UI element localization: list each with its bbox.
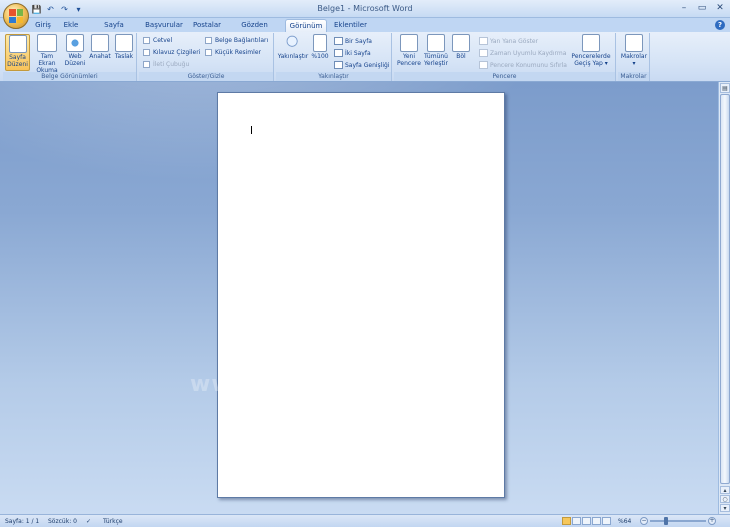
zoom-slider[interactable] [650, 520, 706, 522]
message-bar-checkbox: İleti Çubuğu [143, 61, 189, 68]
page-width-button[interactable]: Sayfa Genişliği [334, 61, 389, 69]
zoom-in-icon[interactable]: + [708, 517, 716, 525]
group-label-window: Pencere [394, 72, 615, 81]
print-layout-icon [8, 35, 27, 53]
watermark: www.dijitalders.com [190, 372, 463, 397]
zoom-slider-knob[interactable] [664, 517, 668, 525]
side-by-side-button: Yan Yana Göster [479, 37, 538, 45]
group-label-macros: Makrolar [618, 72, 649, 81]
split-icon [452, 34, 470, 52]
web-layout-icon [66, 34, 84, 52]
help-icon[interactable]: ? [715, 20, 725, 30]
tab-postalar[interactable]: Postalar [192, 19, 222, 32]
zoom-100-button[interactable]: %100 [310, 34, 330, 60]
proofing-icon[interactable]: ✓ [86, 518, 91, 525]
zoom-level[interactable]: %64 [618, 518, 631, 525]
office-button[interactable] [3, 3, 29, 29]
window-title: Belge1 - Microsoft Word [317, 4, 413, 13]
reset-window-position-button: Pencere Konumunu Sıfırla [479, 61, 567, 69]
full-screen-view-icon[interactable] [572, 517, 581, 525]
group-zoom: Yakınlaştır %100 Bir Sayfa İki Sayfa Say… [276, 33, 392, 81]
minimize-button[interactable]: – [678, 2, 690, 14]
language[interactable]: Türkçe [103, 518, 123, 525]
sync-scroll-button: Zaman Uyumlu Kaydırma [479, 49, 566, 57]
group-document-views: Sayfa Düzeni Tam Ekran Okuma Web Düzeni … [3, 33, 137, 81]
print-layout-button[interactable]: Sayfa Düzeni [5, 34, 30, 71]
draft-view-icon[interactable] [602, 517, 611, 525]
gridlines-checkbox[interactable]: Kılavuz Çizgileri [143, 49, 200, 56]
zoom-out-icon[interactable]: − [640, 517, 648, 525]
full-screen-icon [37, 34, 57, 52]
ribbon-tabs: Giriş Ekle Sayfa Düzeni Başvurular Posta… [0, 18, 730, 41]
thumbnails-checkbox[interactable]: Küçük Resimler [205, 49, 261, 56]
new-window-button[interactable]: Yeni Pencere [396, 34, 422, 67]
tab-eklentiler[interactable]: Eklentiler [333, 19, 368, 32]
split-button[interactable]: Böl [450, 34, 472, 60]
draft-icon [115, 34, 133, 52]
macros-button[interactable]: Makrolar ▾ [619, 34, 649, 67]
tab-sayfa-duzeni[interactable]: Sayfa Düzeni [91, 19, 137, 41]
tab-ekle[interactable]: Ekle [60, 19, 82, 32]
outline-button[interactable]: Anahat [88, 34, 112, 60]
tab-gozden-gecir[interactable]: Gözden Geçir [231, 19, 278, 41]
document-workspace: www.dijitalders.com [0, 82, 718, 514]
word-count[interactable]: Sözcük: 0 [48, 518, 77, 525]
text-cursor [251, 126, 252, 134]
view-buttons [562, 517, 611, 525]
group-label-document-views: Belge Görünümleri [3, 72, 136, 81]
group-label-zoom: Yakınlaştır [276, 72, 391, 81]
page-count[interactable]: Sayfa: 1 / 1 [5, 518, 39, 525]
close-button[interactable]: ✕ [714, 2, 726, 14]
previous-page-icon[interactable]: ▴ [720, 486, 730, 494]
document-page[interactable] [217, 92, 505, 498]
tab-gorunum[interactable]: Görünüm [285, 19, 327, 32]
magnifier-icon [284, 34, 302, 52]
reset-position-icon [479, 61, 488, 69]
switch-windows-icon [582, 34, 600, 52]
ruler-checkbox[interactable]: Cetvel [143, 37, 172, 44]
outline-icon [91, 34, 109, 52]
group-window: Yeni Pencere Tümünü Yerleştir Böl Yan Ya… [394, 33, 616, 81]
group-macros: Makrolar ▾ Makrolar [618, 33, 650, 81]
office-logo-icon [9, 9, 23, 23]
browse-object-icon[interactable]: ○ [720, 495, 730, 503]
switch-windows-button[interactable]: Pencerelerde Geçiş Yap ▾ [569, 34, 613, 67]
vertical-scrollbar[interactable]: ▤ ▴ ○ ▾ [718, 82, 730, 514]
tab-giris[interactable]: Giriş [32, 19, 54, 32]
one-page-icon [334, 37, 343, 45]
next-page-icon[interactable]: ▾ [720, 504, 730, 512]
page-100-icon [313, 34, 327, 52]
new-window-icon [400, 34, 418, 52]
title-bar: 💾 ↶ ↷ ▾ Belge1 - Microsoft Word – ▭ ✕ [0, 0, 730, 18]
page-width-icon [334, 61, 343, 69]
outline-view-icon[interactable] [592, 517, 601, 525]
maximize-button[interactable]: ▭ [696, 2, 708, 14]
status-bar: Sayfa: 1 / 1 Sözcük: 0 ✓ Türkçe %64 − + [0, 514, 730, 527]
document-map-checkbox[interactable]: Belge Bağlantıları [205, 37, 268, 44]
group-show-hide: Cetvel Kılavuz Çizgileri İleti Çubuğu Be… [139, 33, 274, 81]
macros-icon [625, 34, 643, 52]
sync-scroll-icon [479, 49, 488, 57]
full-screen-reading-button[interactable]: Tam Ekran Okuma [32, 34, 62, 74]
group-label-show-hide: Göster/Gizle [139, 72, 273, 81]
ruler-toggle-icon[interactable]: ▤ [720, 83, 730, 93]
chevron-down-icon: ▾ [632, 60, 636, 67]
zoom-button[interactable]: Yakınlaştır [277, 34, 309, 60]
arrange-all-button[interactable]: Tümünü Yerleştir [423, 34, 449, 67]
side-by-side-icon [479, 37, 488, 45]
draft-button[interactable]: Taslak [113, 34, 135, 60]
web-view-icon[interactable] [582, 517, 591, 525]
one-page-button[interactable]: Bir Sayfa [334, 37, 372, 45]
web-layout-button[interactable]: Web Düzeni [64, 34, 86, 67]
two-pages-button[interactable]: İki Sayfa [334, 49, 371, 57]
arrange-all-icon [427, 34, 445, 52]
ribbon: Sayfa Düzeni Tam Ekran Okuma Web Düzeni … [0, 32, 730, 82]
two-pages-icon [334, 49, 343, 57]
print-layout-view-icon[interactable] [562, 517, 571, 525]
tab-basvurular[interactable]: Başvurular [145, 19, 183, 32]
scrollbar-thumb[interactable] [720, 94, 730, 484]
window-controls: – ▭ ✕ [678, 2, 726, 14]
